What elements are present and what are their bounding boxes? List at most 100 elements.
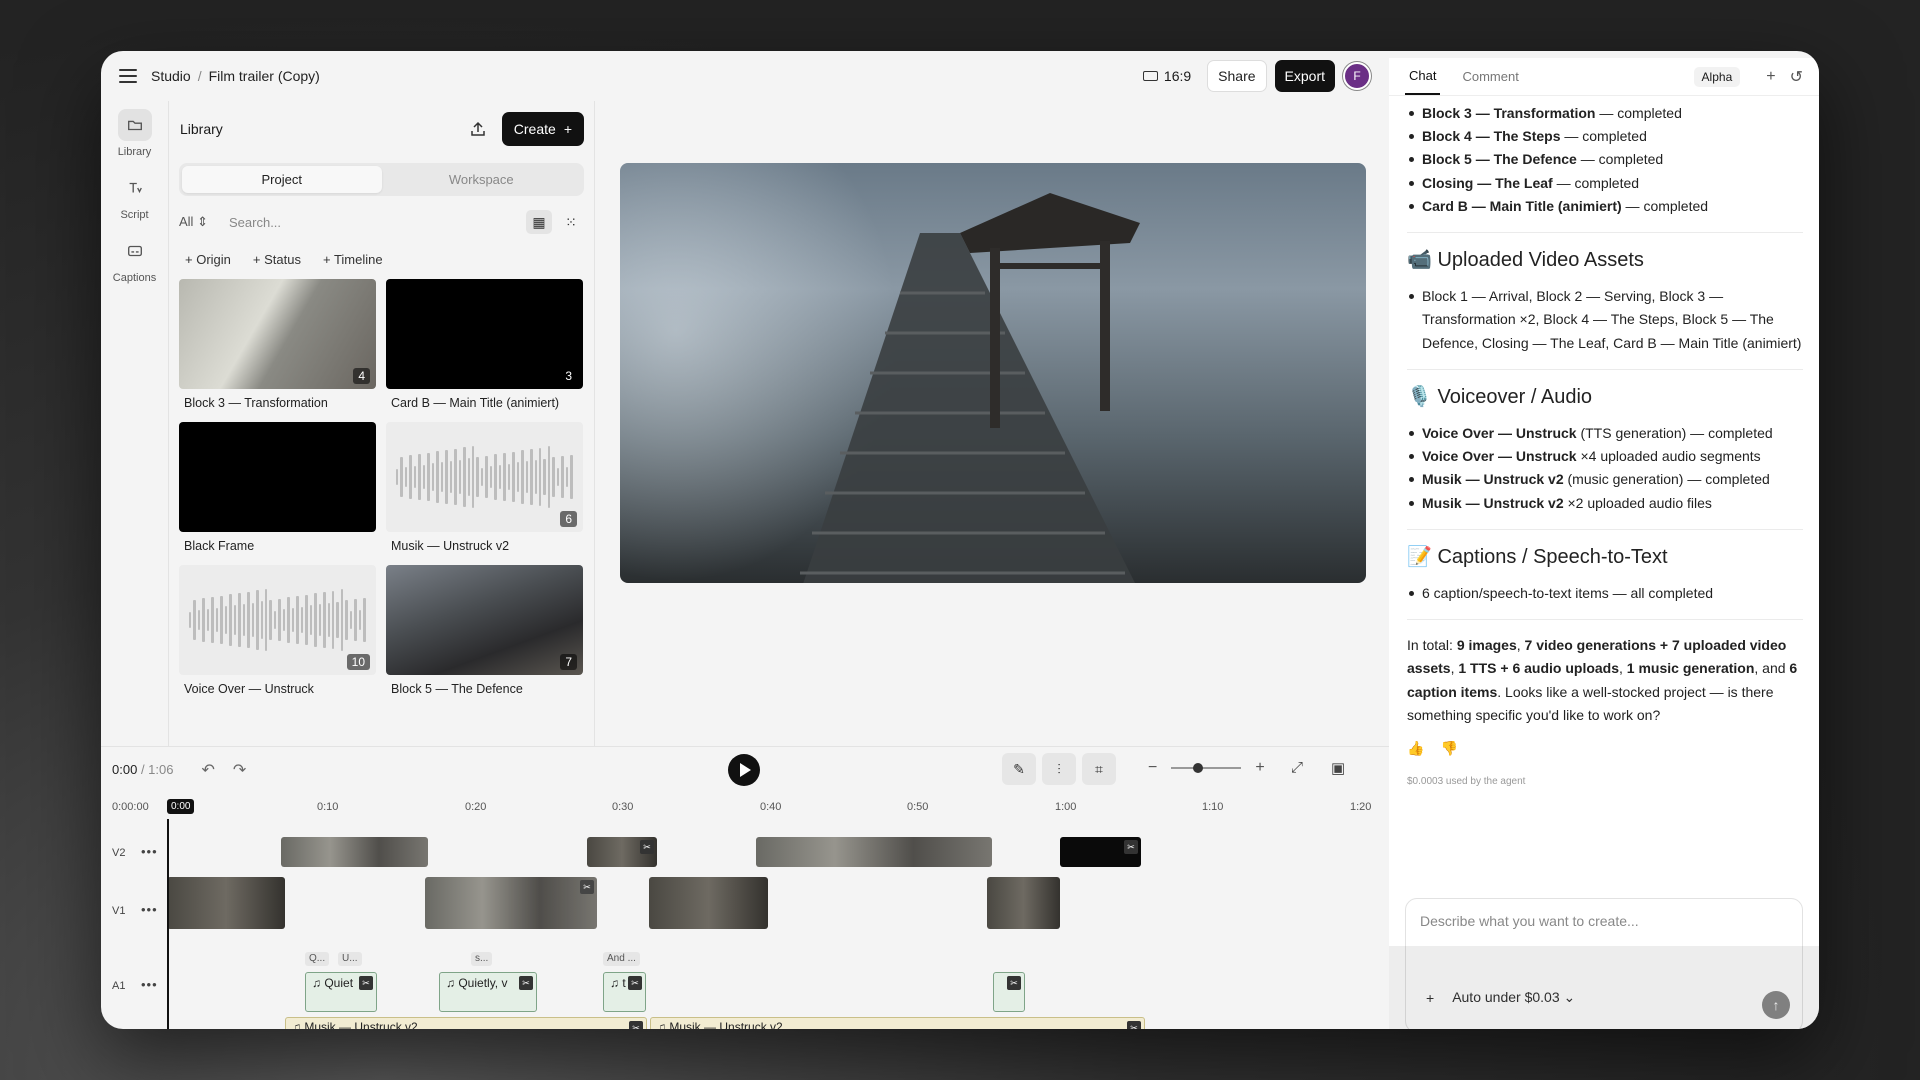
tab-chat[interactable]: Chat bbox=[1405, 58, 1441, 95]
thumbs-up-icon[interactable]: 👍 bbox=[1407, 737, 1424, 760]
music-clip[interactable]: ♫ Musik — Unstruck v2 ✂ bbox=[650, 1017, 1145, 1029]
caption-chip[interactable]: U... bbox=[338, 952, 362, 966]
tab-workspace[interactable]: Workspace bbox=[382, 166, 582, 193]
split-icon[interactable]: ⫶ bbox=[1042, 753, 1076, 785]
library-grid: 4 Block 3 — Transformation 3 Card B — Main … bbox=[179, 279, 584, 696]
audio-clip[interactable]: ✂ bbox=[993, 972, 1025, 1012]
composer-input[interactable]: Describe what you want to create... bbox=[1420, 913, 1639, 929]
alpha-badge: Alpha bbox=[1693, 66, 1741, 87]
tab-project[interactable]: Project bbox=[182, 166, 382, 193]
library-item[interactable]: 6 Musik — Unstruck v2 bbox=[386, 422, 583, 553]
zoom-slider[interactable] bbox=[1171, 763, 1242, 773]
total-time: / 1:06 bbox=[140, 762, 174, 777]
zoom-in-icon[interactable]: + bbox=[1255, 759, 1264, 777]
playhead-label[interactable]: 0:00 bbox=[167, 799, 195, 814]
filter-all-select[interactable]: All ⇕ bbox=[179, 214, 229, 230]
caption-chip[interactable]: Q... bbox=[305, 952, 330, 966]
music-clip-label: Musik — Unstruck v2 bbox=[304, 1020, 418, 1029]
video-clip[interactable] bbox=[281, 837, 428, 867]
library-item[interactable]: 3 Card B — Main Title (animiert) bbox=[386, 279, 583, 410]
video-clip[interactable]: ✂ bbox=[587, 837, 657, 867]
video-clip[interactable] bbox=[756, 837, 992, 867]
filter-origin[interactable]: + Origin bbox=[185, 252, 231, 267]
captions-toggle-icon[interactable]: ▣ bbox=[1331, 759, 1345, 777]
snap-icon[interactable]: ⌗ bbox=[1082, 753, 1116, 785]
audio-clip[interactable]: ♫ Quietly, v ✂ bbox=[439, 972, 537, 1012]
scissors-icon: ✂ bbox=[1124, 840, 1138, 854]
item-status: — completed bbox=[1552, 174, 1640, 191]
section-video-heading: 📹 Uploaded Video Assets bbox=[1407, 249, 1644, 272]
item-title: Block 5 — The Defence bbox=[1422, 151, 1577, 168]
panel-overlay bbox=[1389, 946, 1819, 1029]
library-thumbnail: 4 bbox=[179, 279, 376, 389]
library-item[interactable]: Black Frame bbox=[179, 422, 376, 553]
filter-all-label: All bbox=[179, 214, 194, 229]
captions-item: 6 caption/speech-to-text items — all com… bbox=[1407, 582, 1803, 605]
history-icon[interactable]: ↺ bbox=[1790, 67, 1803, 87]
track-menu-icon[interactable]: ••• bbox=[141, 902, 158, 917]
search-input[interactable]: Search... bbox=[229, 215, 526, 230]
track-menu-icon[interactable]: ••• bbox=[141, 1027, 158, 1029]
audio-item: Voice Over — Unstruck ×4 uploaded audio … bbox=[1407, 445, 1803, 468]
create-button[interactable]: Create + bbox=[501, 112, 584, 146]
zoom-control: − + bbox=[1148, 759, 1265, 777]
completed-item: Card B — Main Title (animiert) — complet… bbox=[1407, 195, 1803, 218]
video-clip[interactable]: ✂ bbox=[425, 877, 597, 929]
library-scope-tabs: Project Workspace bbox=[179, 163, 584, 196]
tab-comment[interactable]: Comment bbox=[1458, 59, 1522, 94]
video-preview[interactable] bbox=[620, 163, 1366, 583]
share-button[interactable]: Share bbox=[1207, 60, 1267, 92]
undo-icon[interactable]: ↶ bbox=[201, 760, 214, 780]
library-item[interactable]: 4 Block 3 — Transformation bbox=[179, 279, 376, 410]
redo-icon[interactable]: ↷ bbox=[233, 760, 246, 780]
ruler-tick: 1:00 bbox=[1055, 801, 1077, 813]
audio-clip[interactable]: ♫ t ✂ bbox=[603, 972, 646, 1012]
script-icon bbox=[118, 172, 152, 204]
breadcrumb-root[interactable]: Studio bbox=[151, 68, 191, 84]
gate-image bbox=[960, 193, 1140, 428]
library-thumbnail: 6 bbox=[386, 422, 583, 532]
video-clip[interactable]: ✂ bbox=[1060, 837, 1141, 867]
scissors-icon: ✂ bbox=[629, 1021, 643, 1029]
rail-item-library[interactable]: Library bbox=[101, 109, 168, 158]
grid-large-icon[interactable]: ▦ bbox=[526, 210, 552, 234]
music-clip[interactable]: ♫ Musik — Unstruck v2 ✂ bbox=[285, 1017, 647, 1029]
magic-edit-icon[interactable]: ✎ bbox=[1002, 753, 1036, 785]
video-clip[interactable] bbox=[167, 877, 285, 929]
rail-item-script[interactable]: Script bbox=[101, 172, 168, 221]
upload-icon[interactable] bbox=[464, 115, 492, 143]
item-title: Voice Over — Unstruck bbox=[1422, 448, 1577, 465]
avatar[interactable]: F bbox=[1343, 62, 1371, 90]
section-audio-heading: 🎙️ Voiceover / Audio bbox=[1407, 385, 1593, 408]
thumbs-down-icon[interactable]: 👎 bbox=[1440, 737, 1457, 760]
aspect-ratio-icon bbox=[1142, 71, 1158, 81]
filter-status[interactable]: + Status bbox=[253, 252, 301, 267]
library-item[interactable]: 7 Block 5 — The Defence bbox=[386, 565, 583, 696]
grid-small-icon[interactable]: ⁙ bbox=[558, 210, 584, 234]
asset-count-badge: 4 bbox=[353, 368, 370, 384]
play-button[interactable] bbox=[728, 754, 760, 786]
audio-clip[interactable]: ♫ Quiet ✂ bbox=[305, 972, 377, 1012]
item-status: — completed bbox=[1621, 197, 1709, 214]
new-chat-icon[interactable]: + bbox=[1766, 68, 1775, 86]
library-item-caption: Black Frame bbox=[184, 539, 255, 553]
track-menu-icon[interactable]: ••• bbox=[141, 844, 158, 859]
track-menu-icon[interactable]: ••• bbox=[141, 977, 158, 992]
audio-clip-label: Quietly, v bbox=[458, 976, 508, 990]
aspect-ratio-button[interactable]: 16:9 bbox=[1135, 68, 1199, 84]
export-button[interactable]: Export bbox=[1274, 60, 1335, 92]
video-clip[interactable] bbox=[649, 877, 768, 929]
zoom-out-icon[interactable]: − bbox=[1148, 759, 1157, 777]
item-status: (TTS generation) — completed bbox=[1576, 424, 1773, 441]
expand-icon[interactable]: ⤢ bbox=[1291, 759, 1303, 777]
menu-icon[interactable] bbox=[119, 69, 137, 83]
caption-chip[interactable]: s... bbox=[471, 952, 493, 966]
filter-timeline[interactable]: + Timeline bbox=[323, 252, 383, 267]
video-clip[interactable] bbox=[987, 877, 1060, 929]
caption-chip[interactable]: And ... bbox=[603, 952, 640, 966]
rail-item-captions[interactable]: Captions bbox=[101, 235, 168, 284]
playhead[interactable] bbox=[167, 819, 169, 1029]
current-time: 0:00 bbox=[112, 762, 138, 777]
library-item[interactable]: 10 Voice Over — Unstruck bbox=[179, 565, 376, 696]
breadcrumb-project[interactable]: Film trailer (Copy) bbox=[209, 68, 320, 84]
